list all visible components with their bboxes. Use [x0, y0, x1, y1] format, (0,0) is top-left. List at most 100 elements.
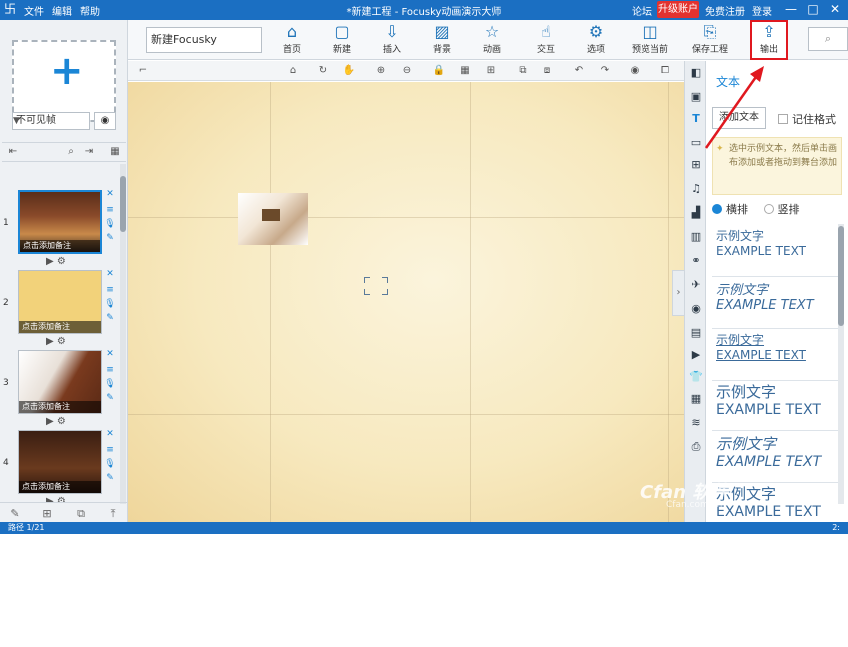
thumbnail-frame-4[interactable]: 点击添加备注: [18, 430, 102, 494]
music-icon[interactable]: ♫: [688, 181, 704, 197]
zoom-in-icon[interactable]: ⊕: [374, 64, 388, 78]
play-settings-icon[interactable]: ▶ ⚙: [46, 256, 66, 267]
horizontal-radio[interactable]: 横排: [712, 203, 748, 216]
lock-icon[interactable]: 🔒: [432, 64, 446, 78]
edit-icon[interactable]: ✎: [104, 392, 116, 404]
expand-right-icon[interactable]: ⇥: [82, 145, 96, 159]
close-button[interactable]: ✕: [826, 1, 844, 18]
add-text-button[interactable]: 添加文本: [712, 107, 766, 129]
register-link[interactable]: 免费注册: [705, 3, 745, 18]
minimize-button[interactable]: —: [782, 1, 800, 18]
new-button[interactable]: ▢ 新建: [322, 22, 362, 58]
shape-icon[interactable]: ▭: [688, 135, 704, 151]
mic-icon[interactable]: 🎙: [104, 378, 116, 390]
redo-icon[interactable]: ↷: [598, 64, 612, 78]
camera-icon[interactable]: ◧: [688, 65, 704, 81]
thumb-caption[interactable]: 点击添加备注: [19, 481, 101, 493]
thumbnail-frame-1[interactable]: 点击添加备注: [18, 190, 102, 254]
chart-icon[interactable]: ▟: [688, 205, 704, 221]
link-icon[interactable]: ⚭: [688, 253, 704, 269]
copy-frame-icon[interactable]: ⧉: [74, 507, 88, 521]
mic-icon[interactable]: 🎙: [104, 218, 116, 230]
home-view-icon[interactable]: ⌂: [286, 64, 300, 78]
shirt-icon[interactable]: 👕: [688, 369, 704, 385]
edit-icon[interactable]: ✎: [104, 232, 116, 244]
play-settings-icon[interactable]: ▶ ⚙: [46, 336, 66, 347]
frame-settings-icon[interactable]: ▦: [108, 145, 122, 159]
grid-icon[interactable]: ▦: [458, 64, 472, 78]
image-icon[interactable]: ▣: [688, 89, 704, 105]
scroll-thumb[interactable]: [838, 226, 844, 326]
background-button[interactable]: ▨ 背景: [422, 22, 462, 58]
screenshot-icon[interactable]: ◉: [628, 64, 642, 78]
delete-icon[interactable]: ✕: [104, 348, 116, 360]
table-icon[interactable]: ▥: [688, 229, 704, 245]
add-frame-button[interactable]: +: [12, 40, 116, 122]
zoom-search-icon[interactable]: ⌕: [64, 145, 78, 159]
undo-icon[interactable]: ↶: [572, 64, 586, 78]
zoom-out-icon[interactable]: ⊖: [400, 64, 414, 78]
text-sample-5[interactable]: 示例文字 EXAMPLE TEXT: [712, 433, 840, 483]
text-sample-2[interactable]: 示例文字 EXAMPLE TEXT: [712, 279, 840, 329]
export-button[interactable]: ⇪ 输出: [750, 20, 788, 60]
collapse-left-icon[interactable]: ⇤: [6, 145, 20, 159]
layers-icon[interactable]: ▤: [688, 325, 704, 341]
preview-button[interactable]: ◫ 预览当前: [626, 22, 674, 58]
add-note-icon[interactable]: ⊞: [40, 507, 54, 521]
animation-button[interactable]: ☆ 动画: [472, 22, 512, 58]
copy-icon[interactable]: ⧉: [516, 64, 530, 78]
search-button[interactable]: ⌕: [808, 27, 848, 51]
home-button[interactable]: ⌂ 首页: [272, 22, 312, 58]
layout-icon[interactable]: ⌐: [136, 64, 150, 78]
delete-icon[interactable]: ✕: [104, 188, 116, 200]
fullscreen-icon[interactable]: ⧠: [658, 64, 672, 78]
play-settings-icon[interactable]: ▶ ⚙: [46, 416, 66, 427]
editing-canvas[interactable]: [128, 82, 684, 522]
book-icon[interactable]: ▦: [688, 391, 704, 407]
thumb-caption[interactable]: 点击添加备注: [19, 401, 101, 413]
rotate-icon[interactable]: ↻: [316, 64, 330, 78]
camera-button[interactable]: ◉: [94, 112, 116, 130]
video-icon[interactable]: ▶: [688, 347, 704, 363]
paste-icon[interactable]: ⧈: [540, 64, 554, 78]
text-sample-1[interactable]: 示例文字 EXAMPLE TEXT: [712, 227, 840, 277]
edit-icon[interactable]: ✎: [104, 472, 116, 484]
save-button[interactable]: ⎘ 保存工程: [686, 22, 734, 58]
mic-icon[interactable]: 🎙: [104, 458, 116, 470]
project-name-field[interactable]: 新建Focusky: [146, 27, 262, 53]
text-sample-3[interactable]: 示例文字 EXAMPLE TEXT: [712, 331, 840, 381]
edit-icon[interactable]: ✎: [104, 312, 116, 324]
thumbnail-frame-2[interactable]: 点击添加备注: [18, 270, 102, 334]
thumb-caption[interactable]: 点击添加备注: [19, 321, 101, 333]
sample-scrollbar[interactable]: [838, 224, 844, 504]
interaction-button[interactable]: ☝ 交互: [526, 22, 566, 58]
plane-icon[interactable]: ✈: [688, 277, 704, 293]
remember-format-checkbox[interactable]: 记住格式: [778, 111, 836, 127]
frame-type-select[interactable]: 不可见帧 ▼: [12, 112, 90, 130]
vertical-radio[interactable]: 竖排: [752, 203, 800, 216]
insert-button[interactable]: ⇩ 插入: [372, 22, 412, 58]
compass-icon[interactable]: ◉: [688, 301, 704, 317]
mic-icon[interactable]: 🎙: [104, 298, 116, 310]
delete-icon[interactable]: ✕: [104, 268, 116, 280]
pan-icon[interactable]: ✋: [342, 64, 356, 78]
canvas-image-element[interactable]: [238, 193, 308, 245]
login-link[interactable]: 登录: [752, 3, 772, 18]
thumbnail-scrollbar[interactable]: [120, 164, 126, 504]
maximize-button[interactable]: □: [804, 1, 822, 18]
text-icon[interactable]: T: [688, 111, 704, 127]
menu-icon[interactable]: ≡: [104, 444, 116, 456]
plus-box-icon[interactable]: ⊞: [688, 157, 704, 173]
delete-icon[interactable]: ✕: [104, 428, 116, 440]
menu-icon[interactable]: ≡: [104, 364, 116, 376]
collapse-panel-button[interactable]: ›: [672, 270, 684, 316]
menu-icon[interactable]: ≡: [104, 204, 116, 216]
printer-icon[interactable]: ⎙: [688, 439, 704, 455]
forum-link[interactable]: 论坛: [632, 3, 652, 18]
stack-icon[interactable]: ≋: [688, 415, 704, 431]
edit-frame-icon[interactable]: ✎: [8, 507, 22, 521]
menu-icon[interactable]: ≡: [104, 284, 116, 296]
text-sample-4[interactable]: 示例文字 EXAMPLE TEXT: [712, 381, 840, 431]
align-icon[interactable]: ⊞: [484, 64, 498, 78]
scroll-thumb[interactable]: [120, 176, 126, 232]
